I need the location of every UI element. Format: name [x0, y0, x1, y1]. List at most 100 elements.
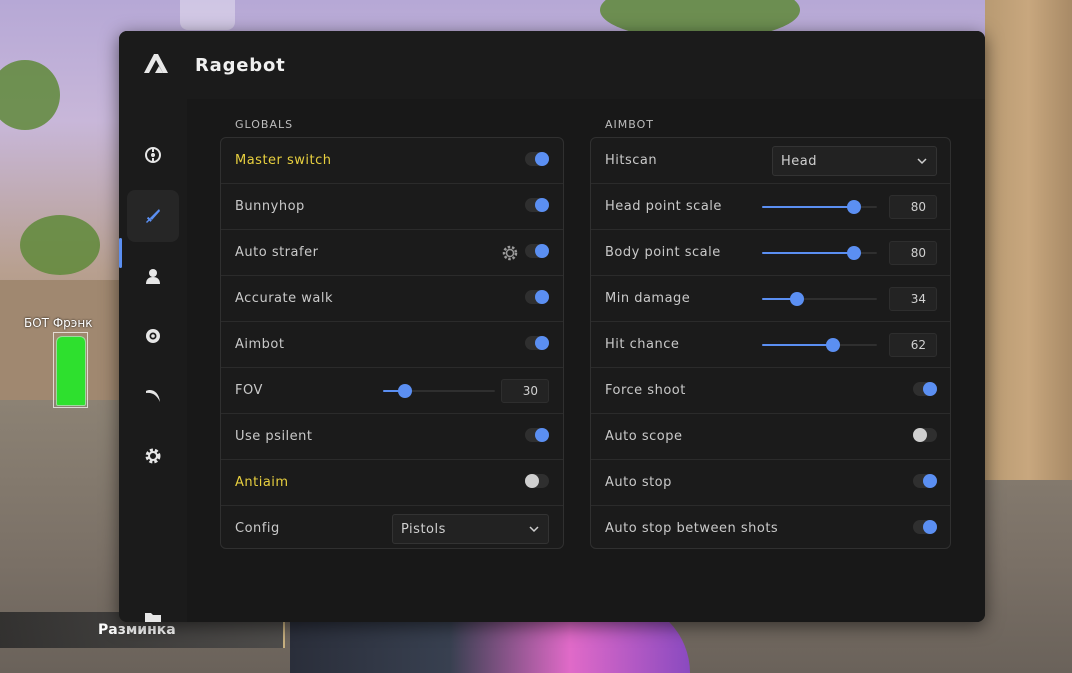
min-damage-value[interactable]: 34: [889, 287, 937, 311]
config-row: Config Pistols: [221, 506, 563, 552]
antiaim-toggle[interactable]: [525, 474, 549, 488]
sidebar-item-visuals[interactable]: [127, 310, 179, 362]
accurate-walk-toggle[interactable]: [525, 290, 549, 304]
auto-strafer-row: Auto strafer: [221, 230, 563, 276]
content-panel: GLOBALS Master switch Bunnyhop Auto stra…: [187, 99, 985, 622]
chevron-down-icon: [529, 526, 539, 533]
sidebar-item-players[interactable]: [127, 250, 179, 302]
master-switch-label: Master switch: [235, 153, 332, 168]
group-title-aimbot: AIMBOT: [605, 118, 654, 131]
body-point-scale-label: Body point scale: [605, 245, 721, 260]
sidebar-item-crosshair[interactable]: [127, 129, 179, 181]
force-shoot-label: Force shoot: [605, 383, 686, 398]
aimbot-label: Aimbot: [235, 337, 285, 352]
aimbot-group: Hitscan Head Head point scale 80 Body po…: [590, 137, 951, 549]
bunnyhop-row: Bunnyhop: [221, 184, 563, 230]
accurate-walk-label: Accurate walk: [235, 291, 333, 306]
antiaim-label: Antiaim: [235, 475, 289, 490]
page-title: Ragebot: [195, 55, 286, 76]
hud-indicator: [180, 0, 235, 30]
hitscan-label: Hitscan: [605, 153, 658, 168]
hit-chance-slider[interactable]: [762, 337, 877, 353]
palm-tree: [20, 215, 100, 275]
min-damage-label: Min damage: [605, 291, 691, 306]
hit-chance-row: Hit chance 62: [591, 322, 950, 368]
auto-scope-row: Auto scope: [591, 414, 950, 460]
hit-chance-label: Hit chance: [605, 337, 680, 352]
sidebar-item-configs[interactable]: [127, 593, 179, 622]
fov-row: FOV 30: [221, 368, 563, 414]
master-switch-toggle[interactable]: [525, 152, 549, 166]
auto-scope-label: Auto scope: [605, 429, 683, 444]
auto-stop-between-shots-label: Auto stop between shots: [605, 521, 779, 536]
fov-label: FOV: [235, 383, 263, 398]
use-psilent-row: Use psilent: [221, 414, 563, 460]
auto-scope-toggle[interactable]: [913, 428, 937, 442]
force-shoot-row: Force shoot: [591, 368, 950, 414]
body-point-scale-value[interactable]: 80: [889, 241, 937, 265]
body-point-scale-row: Body point scale 80: [591, 230, 950, 276]
auto-stop-between-shots-toggle[interactable]: [913, 520, 937, 534]
slider-thumb[interactable]: [398, 384, 413, 398]
min-damage-row: Min damage 34: [591, 276, 950, 322]
fov-slider[interactable]: [383, 383, 495, 399]
warmup-label: Разминка: [98, 622, 176, 638]
logo-icon: [144, 54, 168, 73]
eye-icon: [146, 329, 160, 343]
auto-strafer-label: Auto strafer: [235, 245, 319, 260]
config-select-value: Pistols: [401, 522, 446, 537]
globals-group: Master switch Bunnyhop Auto strafer Accu…: [220, 137, 564, 549]
palm-tree: [0, 60, 60, 130]
slider-thumb[interactable]: [789, 292, 804, 306]
active-indicator: [119, 238, 122, 268]
folder-icon: [145, 613, 161, 622]
auto-stop-toggle[interactable]: [913, 474, 937, 488]
player-chams: [56, 336, 86, 406]
slider-thumb[interactable]: [826, 338, 841, 352]
aimbot-row: Aimbot: [221, 322, 563, 368]
auto-stop-between-shots-row: Auto stop between shots: [591, 506, 950, 552]
user-icon: [146, 269, 160, 284]
antiaim-row: Antiaim: [221, 460, 563, 506]
sidebar-item-ragebot[interactable]: [127, 190, 179, 242]
head-point-scale-row: Head point scale 80: [591, 184, 950, 230]
hitscan-select-value: Head: [781, 154, 817, 169]
hitscan-row: Hitscan Head: [591, 138, 950, 184]
game-wall-right: [985, 0, 1072, 480]
head-point-scale-label: Head point scale: [605, 199, 722, 214]
config-select[interactable]: Pistols: [392, 514, 549, 544]
chevron-down-icon: [917, 158, 927, 165]
body-point-scale-slider[interactable]: [762, 245, 877, 261]
aimbot-toggle[interactable]: [525, 336, 549, 350]
head-point-scale-value[interactable]: 80: [889, 195, 937, 219]
sidebar-item-settings[interactable]: [127, 430, 179, 482]
min-damage-slider[interactable]: [762, 291, 877, 307]
config-label: Config: [235, 521, 280, 536]
auto-strafer-toggle[interactable]: [525, 244, 549, 258]
hit-chance-value[interactable]: 62: [889, 333, 937, 357]
use-psilent-toggle[interactable]: [525, 428, 549, 442]
player-name: БОТ Фрэнк: [24, 316, 93, 330]
sidebar-item-skins[interactable]: [127, 370, 179, 422]
bunnyhop-toggle[interactable]: [525, 198, 549, 212]
cheat-menu-window: Ragebot GLOBALS Master switch Bunnyhop A…: [119, 31, 985, 622]
sidebar: [119, 99, 187, 622]
accurate-walk-row: Accurate walk: [221, 276, 563, 322]
bunnyhop-label: Bunnyhop: [235, 199, 305, 214]
menu-header: Ragebot: [119, 31, 985, 99]
slider-thumb[interactable]: [847, 200, 861, 214]
master-switch-row: Master switch: [221, 138, 563, 184]
scythe-icon: [146, 390, 160, 402]
head-point-scale-slider[interactable]: [762, 199, 877, 215]
knife-icon: [146, 209, 160, 223]
force-shoot-toggle[interactable]: [913, 382, 937, 396]
gear-icon: [145, 448, 161, 464]
fov-value[interactable]: 30: [501, 379, 549, 403]
auto-stop-row: Auto stop: [591, 460, 950, 506]
use-psilent-label: Use psilent: [235, 429, 313, 444]
hitscan-select[interactable]: Head: [772, 146, 937, 176]
crosshair-icon: [145, 147, 161, 163]
slider-thumb[interactable]: [847, 246, 861, 260]
auto-strafer-settings-icon[interactable]: [502, 245, 518, 261]
group-title-globals: GLOBALS: [235, 118, 294, 131]
